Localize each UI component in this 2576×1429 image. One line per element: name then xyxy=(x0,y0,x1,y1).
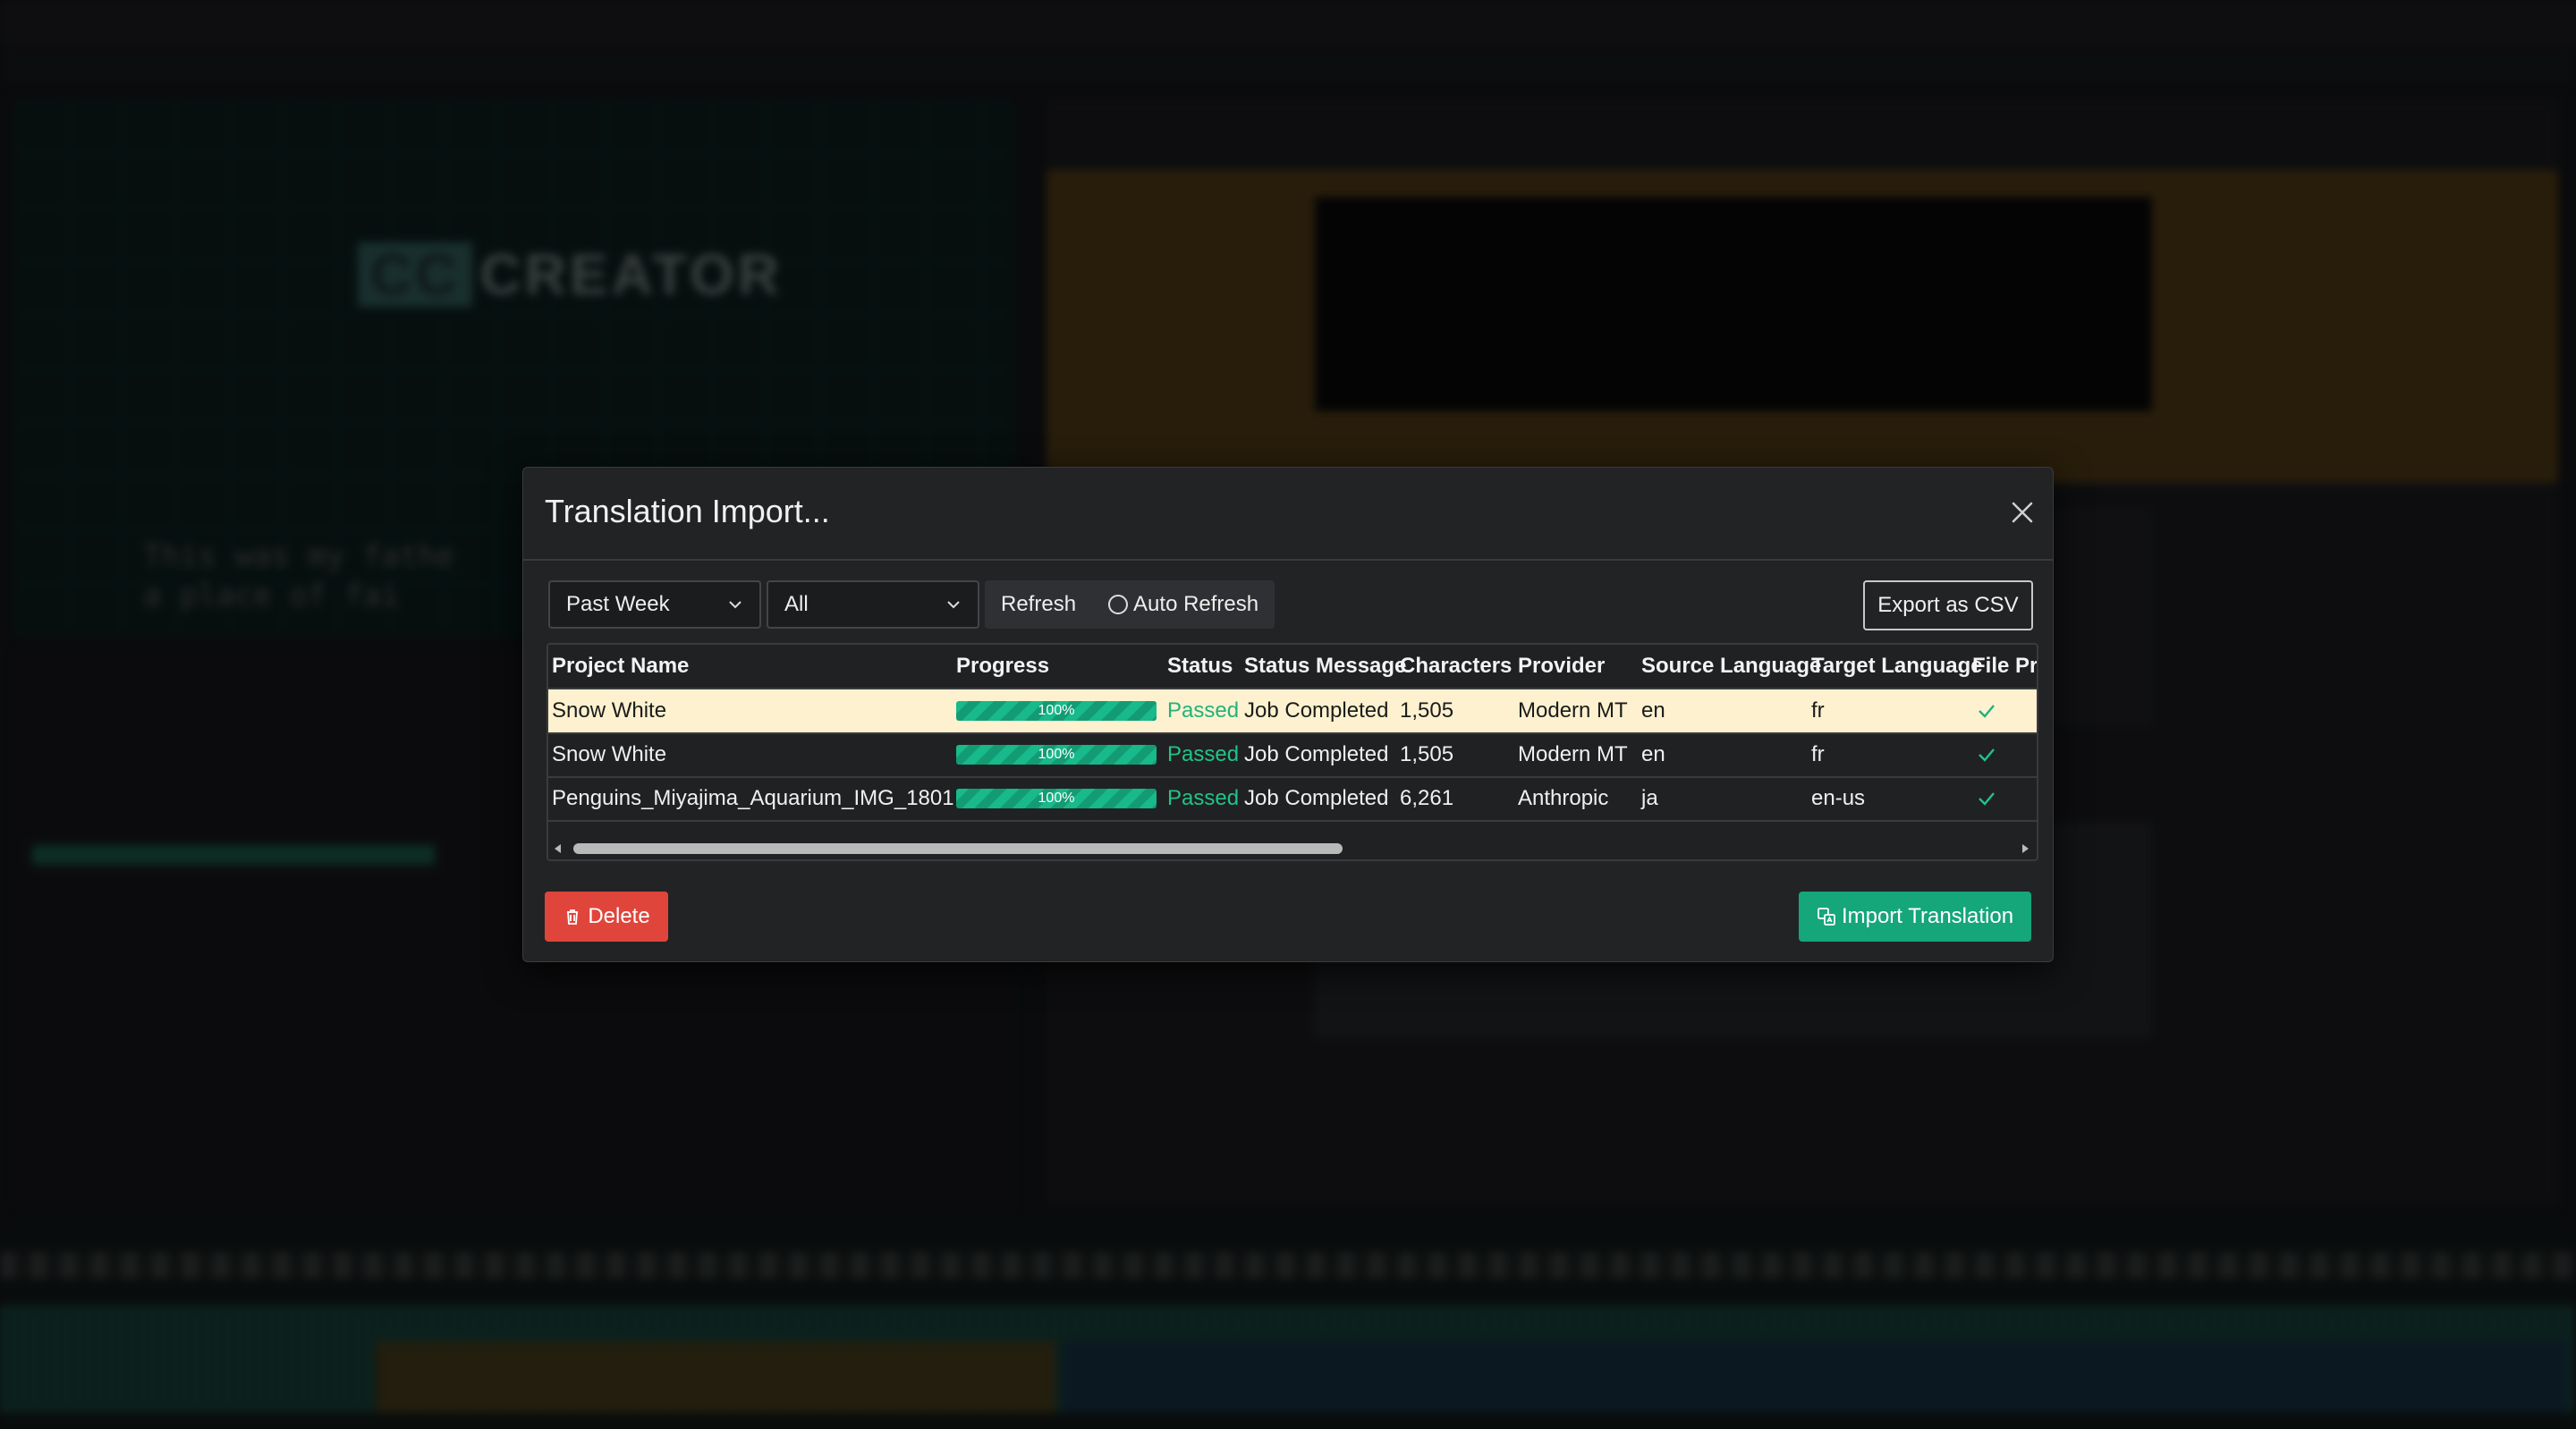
translation-jobs-table: Project Name Progress Status Status Mess… xyxy=(547,643,2038,861)
dialog-title: Translation Import... xyxy=(545,493,830,529)
progress-label: 100% xyxy=(1038,703,1075,718)
cell-project-name: Penguins_Miyajima_Aquarium_IMG_1801 xyxy=(552,786,954,810)
chevron-down-icon xyxy=(947,601,960,609)
cell-target-language: en-us xyxy=(1811,786,1866,810)
cell-status-message: Job Completed xyxy=(1244,786,1389,810)
column-header-status[interactable]: Status xyxy=(1167,645,1233,688)
export-csv-button[interactable]: Export as CSV xyxy=(1863,580,2033,630)
column-header-project-name[interactable]: Project Name xyxy=(552,645,689,688)
table-row[interactable]: Snow White 100% Passed Job Completed 1,5… xyxy=(548,689,2037,734)
check-icon xyxy=(1974,786,1999,811)
check-icon xyxy=(1974,698,1999,723)
refresh-group: Refresh Auto Refresh xyxy=(985,580,1275,629)
scroll-left-icon[interactable] xyxy=(552,842,564,855)
date-range-value: Past Week xyxy=(566,592,670,616)
delete-button[interactable]: Delete xyxy=(545,892,668,942)
cell-source-language: en xyxy=(1641,698,1665,723)
cell-source-language: en xyxy=(1641,742,1665,766)
cell-status: Passed xyxy=(1167,786,1240,810)
check-icon xyxy=(1974,742,1999,767)
cell-characters: 6,261 xyxy=(1400,786,1454,810)
filter-bar: Past Week All Refresh Auto Refresh xyxy=(548,580,1275,630)
chevron-down-icon xyxy=(729,601,741,609)
translation-import-dialog: Translation Import... Past Week All Refr… xyxy=(522,467,2054,962)
close-icon xyxy=(2012,502,2033,523)
refresh-button[interactable]: Refresh xyxy=(1001,592,1076,617)
trash-icon xyxy=(567,909,579,925)
scrollbar-thumb[interactable] xyxy=(573,843,1343,854)
column-header-file-progress[interactable]: File Pr xyxy=(1972,645,2037,688)
cell-provider: Modern MT xyxy=(1518,742,1628,766)
cell-status: Passed xyxy=(1167,698,1240,723)
cell-project-name: Snow White xyxy=(552,698,667,723)
cell-characters: 1,505 xyxy=(1400,698,1454,723)
status-filter-value: All xyxy=(784,592,809,616)
close-button[interactable] xyxy=(2003,493,2042,532)
status-filter-select[interactable]: All xyxy=(767,580,979,629)
table-row[interactable]: Snow White 100% Passed Job Completed 1,5… xyxy=(548,733,2037,778)
table-row[interactable]: Penguins_Miyajima_Aquarium_IMG_1801 100%… xyxy=(548,777,2037,822)
import-label: Import Translation xyxy=(1841,904,2014,928)
cell-target-language: fr xyxy=(1811,698,1825,723)
delete-label: Delete xyxy=(588,904,650,928)
cell-provider: Modern MT xyxy=(1518,698,1628,723)
cell-provider: Anthropic xyxy=(1518,786,1609,810)
progress-label: 100% xyxy=(1038,791,1075,806)
horizontal-scrollbar[interactable] xyxy=(548,838,2037,858)
column-header-characters[interactable]: Characters xyxy=(1400,645,1512,688)
auto-refresh-radio[interactable] xyxy=(1108,595,1129,614)
cell-status-message: Job Completed xyxy=(1244,742,1389,766)
table-header: Project Name Progress Status Status Mess… xyxy=(548,645,2037,689)
cell-project-name: Snow White xyxy=(552,742,667,766)
progress-label: 100% xyxy=(1038,747,1075,762)
progress-bar: 100% xyxy=(956,789,1157,808)
auto-refresh-toggle[interactable]: Auto Refresh xyxy=(1108,592,1258,617)
progress-bar: 100% xyxy=(956,701,1157,721)
cell-status: Passed xyxy=(1167,742,1240,766)
dialog-header: Translation Import... xyxy=(523,468,2053,561)
cell-status-message: Job Completed xyxy=(1244,698,1389,723)
column-header-status-message[interactable]: Status Message xyxy=(1244,645,1406,688)
scroll-right-icon[interactable] xyxy=(2019,842,2031,855)
auto-refresh-label: Auto Refresh xyxy=(1133,592,1259,616)
import-translation-button[interactable]: Import Translation xyxy=(1799,892,2031,942)
column-header-progress[interactable]: Progress xyxy=(956,645,1049,688)
cell-characters: 1,505 xyxy=(1400,742,1454,766)
translate-icon xyxy=(1818,908,1835,926)
column-header-provider[interactable]: Provider xyxy=(1518,645,1605,688)
column-header-source-language[interactable]: Source Language xyxy=(1641,645,1821,688)
cell-source-language: ja xyxy=(1641,786,1658,810)
column-header-target-language[interactable]: Target Language xyxy=(1811,645,1983,688)
cell-target-language: fr xyxy=(1811,742,1825,766)
progress-bar: 100% xyxy=(956,745,1157,765)
date-range-select[interactable]: Past Week xyxy=(548,580,761,629)
